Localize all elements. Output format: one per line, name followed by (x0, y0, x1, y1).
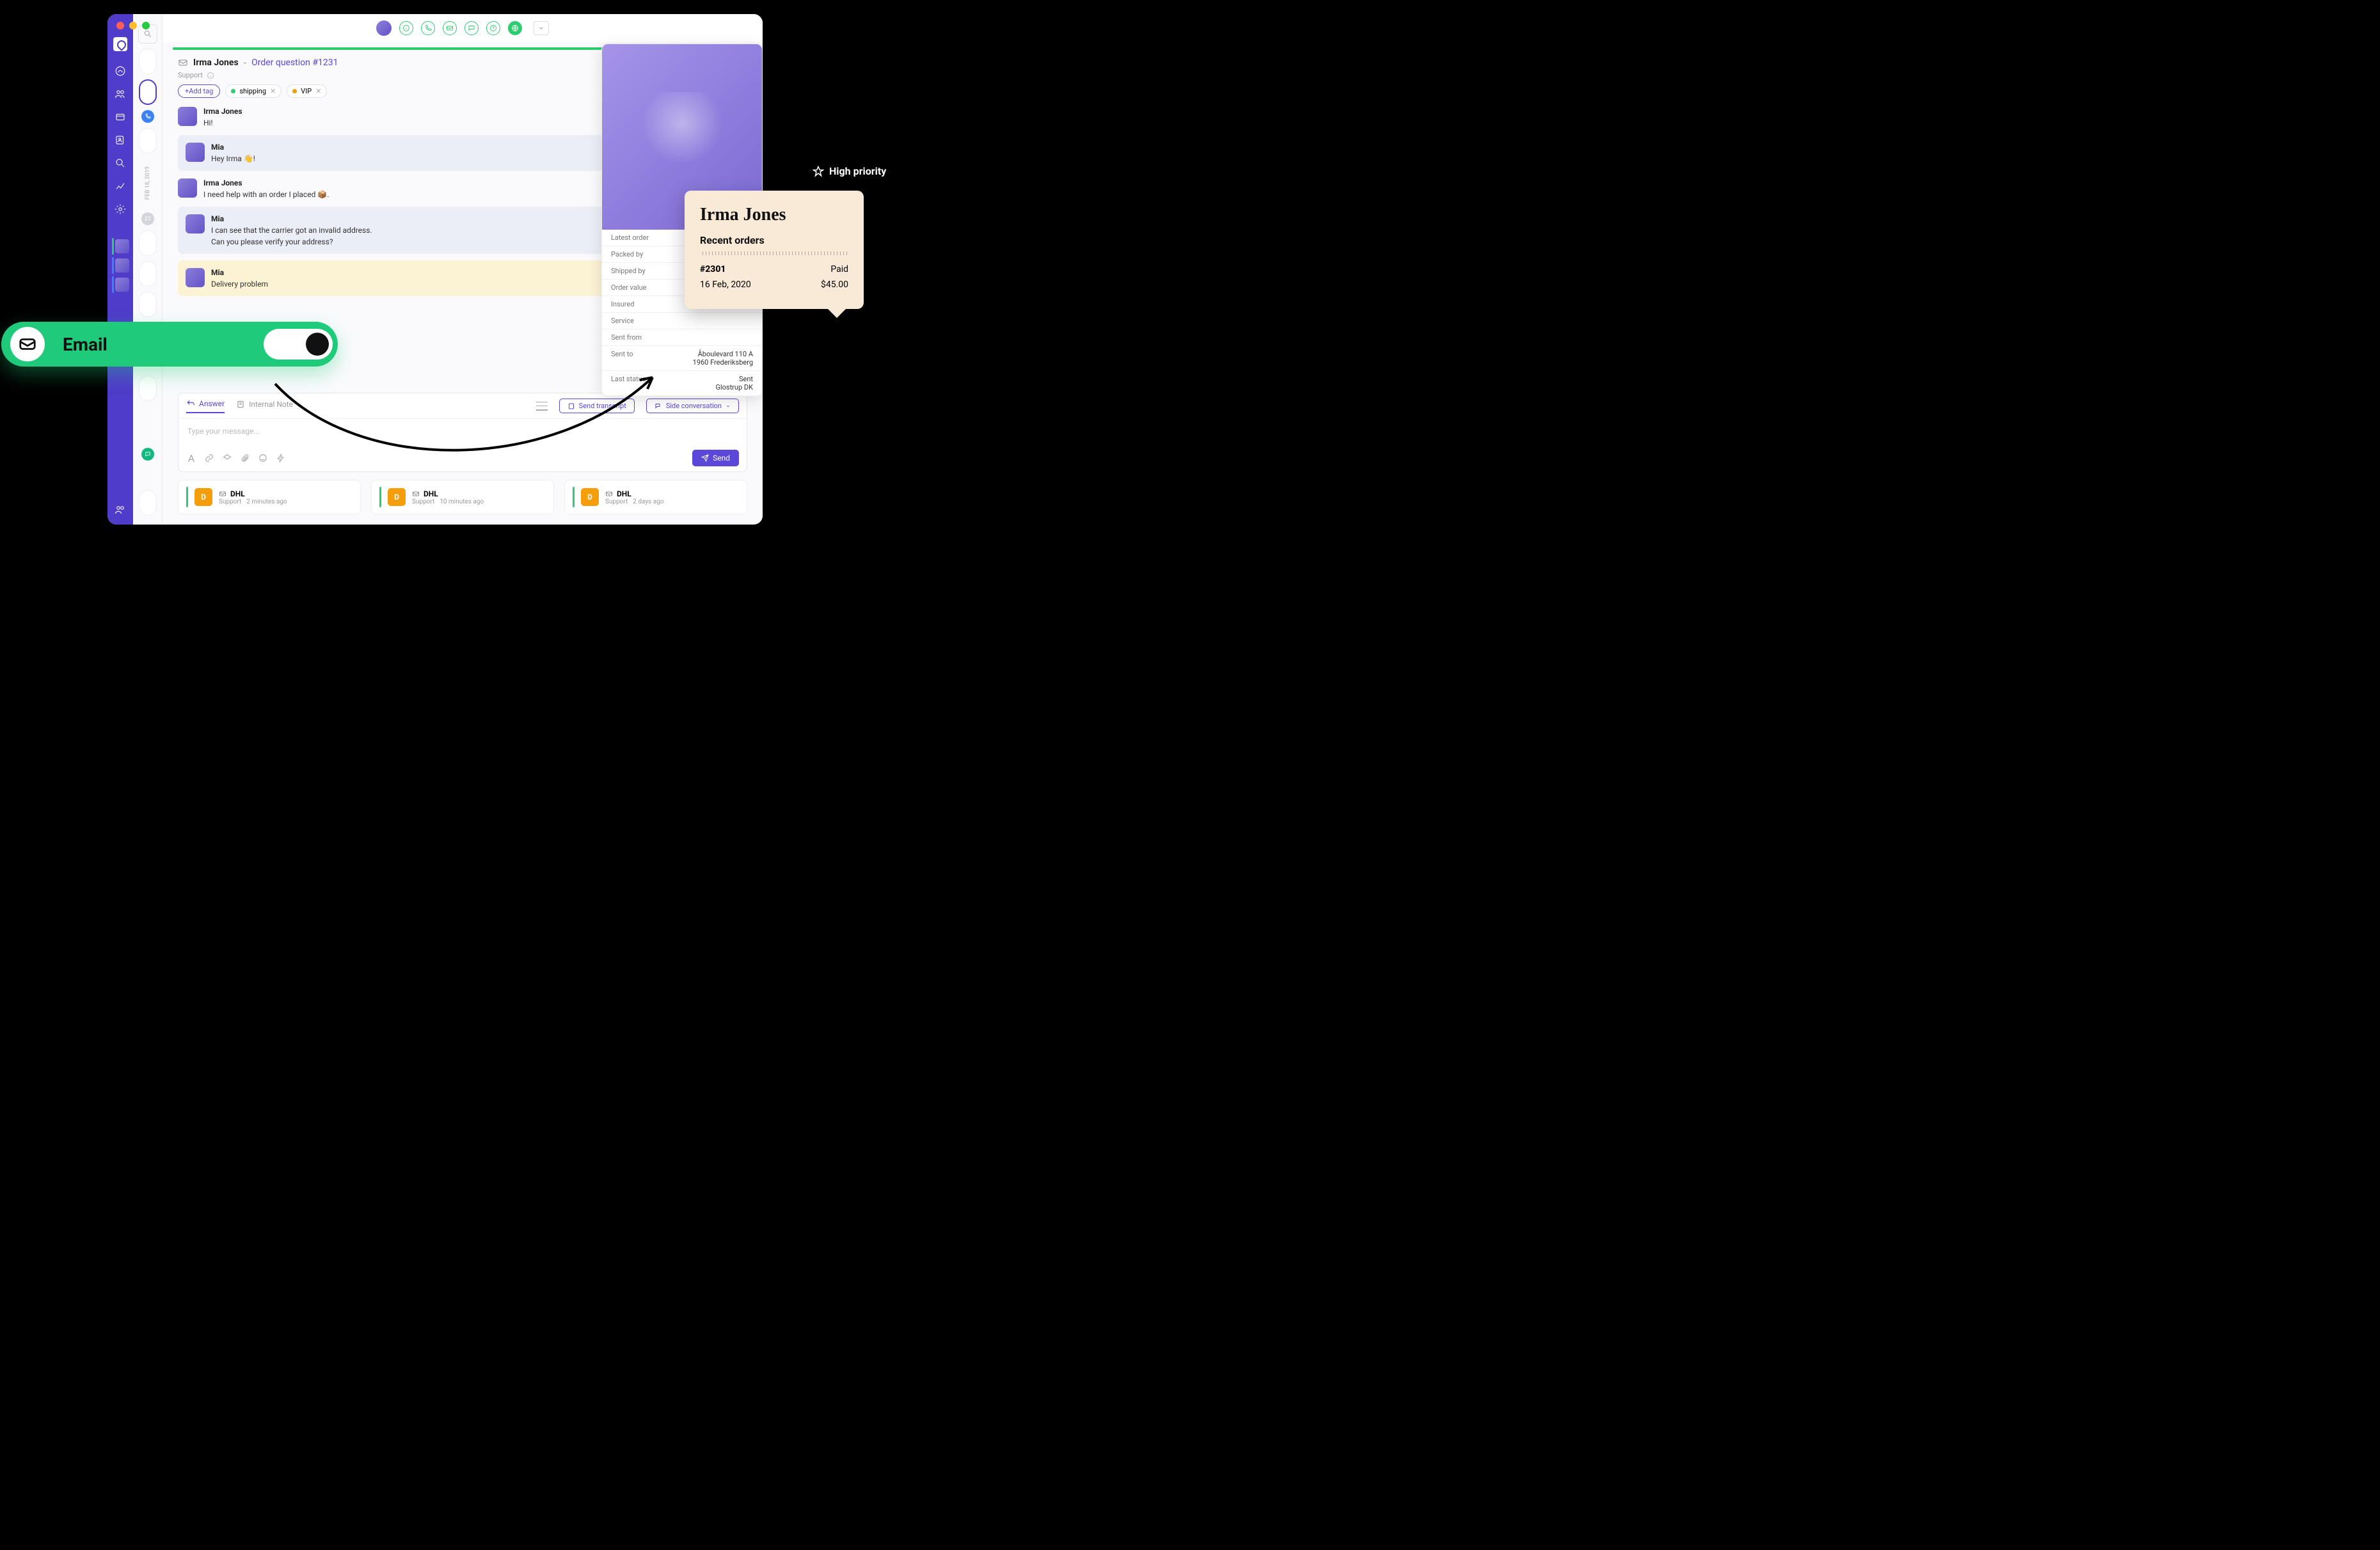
analytics-icon[interactable] (115, 180, 126, 192)
ticket-subject[interactable]: Order question #1231 (251, 58, 338, 68)
timeline-item[interactable] (139, 376, 157, 401)
panel-row: Last statusSent Glostrup DK (602, 371, 762, 396)
mail-small-icon (412, 490, 420, 498)
customer-name: Irma Jones (193, 58, 239, 68)
message-avatar (178, 178, 197, 198)
maximize-window[interactable] (142, 22, 150, 29)
info-icon[interactable] (399, 21, 413, 35)
chat-badge-icon[interactable] (141, 212, 154, 225)
answer-tab[interactable]: Answer (186, 399, 225, 413)
mail-icon (178, 58, 188, 68)
panel-row: Sent toÅboulevard 110 A 1960 Frederiksbe… (602, 346, 762, 371)
message-avatar (186, 268, 205, 287)
phone-badge-icon[interactable] (141, 110, 154, 123)
minimize-window[interactable] (129, 22, 137, 29)
ticket-card[interactable]: D DHLSupport2 minutes ago (178, 480, 361, 514)
panel-row: Sent from (602, 329, 762, 346)
message-avatar (178, 107, 197, 126)
contacts-icon[interactable] (115, 134, 126, 146)
timeline-item[interactable] (139, 490, 157, 516)
agent-avatar-2[interactable] (115, 258, 129, 273)
close-window[interactable] (116, 22, 124, 29)
message-input[interactable]: Type your message... (178, 419, 747, 445)
customer-popup: Irma Jones Recent orders #2301 Paid 16 Fe… (685, 191, 864, 309)
app-logo[interactable] (113, 37, 127, 51)
teams-icon[interactable] (115, 504, 126, 516)
settings-icon[interactable] (115, 203, 126, 215)
ticket-card[interactable]: D DHLSupport2 days ago (564, 480, 747, 514)
order-status: Paid (830, 264, 848, 274)
timeline-item[interactable] (139, 261, 157, 287)
divider (700, 251, 848, 255)
people-icon[interactable] (115, 88, 126, 100)
email-toggle[interactable] (264, 329, 333, 360)
order-id: #2301 (700, 264, 726, 274)
popup-customer-name: Irma Jones (700, 205, 848, 225)
mail-small-icon (605, 490, 613, 498)
inbox-icon[interactable] (115, 111, 126, 123)
dashboard-icon[interactable] (115, 65, 126, 77)
agent-avatar-3[interactable] (115, 278, 129, 292)
font-icon[interactable]: A (186, 453, 196, 463)
tag-shipping[interactable]: shipping✕ (225, 84, 282, 98)
side-conversation-button[interactable]: Side conversation (646, 399, 739, 413)
send-button[interactable]: Send (692, 450, 739, 466)
timeline-item[interactable] (139, 49, 157, 74)
order-amount: $45.00 (821, 280, 848, 290)
remove-tag-icon[interactable]: ✕ (270, 87, 276, 95)
internal-note-tab[interactable]: Internal Note (236, 400, 293, 413)
composer-menu-icon[interactable] (536, 402, 548, 411)
message-avatar (186, 214, 205, 233)
composer: Answer Internal Note Send transcript Sid… (178, 393, 747, 472)
emoji-icon[interactable] (258, 453, 268, 463)
attachment-icon[interactable] (240, 453, 250, 463)
customer-avatar-small[interactable] (376, 20, 392, 36)
phone-icon[interactable] (421, 21, 435, 35)
topbar (163, 14, 763, 42)
conversation-timeline: FEB 18, 2019 MAR 4, 2019 (133, 14, 163, 525)
tag-vip[interactable]: VIP✕ (287, 84, 327, 98)
star-icon (813, 166, 824, 177)
timeline-date: FEB 18, 2019 (145, 166, 151, 200)
mail-small-icon (219, 490, 226, 498)
chat-icon[interactable] (464, 21, 479, 35)
panel-row: Service (602, 313, 762, 329)
remove-tag-icon[interactable]: ✕ (315, 87, 321, 95)
priority-badge: High priority (813, 165, 886, 177)
sidebar-nav (107, 14, 133, 525)
search-icon[interactable] (115, 157, 126, 169)
agent-avatar-1[interactable] (115, 239, 129, 253)
topbar-dropdown[interactable] (534, 21, 549, 35)
ticket-card[interactable]: D DHLSupport10 minutes ago (371, 480, 554, 514)
email-label: Email (63, 334, 264, 355)
message-badge-icon[interactable] (141, 448, 154, 461)
related-tickets: D DHLSupport2 minutes ago D DHLSupport10… (163, 480, 763, 525)
timeline-item[interactable] (139, 230, 157, 256)
add-tag-button[interactable]: +Add tag (178, 84, 220, 98)
order-date: 16 Feb, 2020 (700, 280, 751, 290)
help-icon[interactable] (486, 21, 500, 35)
email-icon[interactable] (443, 21, 457, 35)
template-icon[interactable] (222, 453, 232, 463)
link-icon[interactable] (204, 453, 214, 463)
message-avatar (186, 143, 205, 162)
timeline-item[interactable] (139, 128, 157, 154)
info-small-icon[interactable] (207, 72, 214, 79)
email-circle-icon (10, 327, 45, 361)
popup-section-title: Recent orders (700, 234, 848, 246)
automation-icon[interactable] (276, 453, 286, 463)
email-channel-pill: Email (1, 322, 338, 367)
send-transcript-button[interactable]: Send transcript (559, 399, 635, 413)
channel-label: Support (178, 71, 203, 79)
globe-icon[interactable] (508, 21, 522, 35)
timeline-item[interactable] (139, 292, 157, 317)
window-controls (116, 22, 150, 29)
timeline-item-active[interactable] (139, 79, 157, 105)
